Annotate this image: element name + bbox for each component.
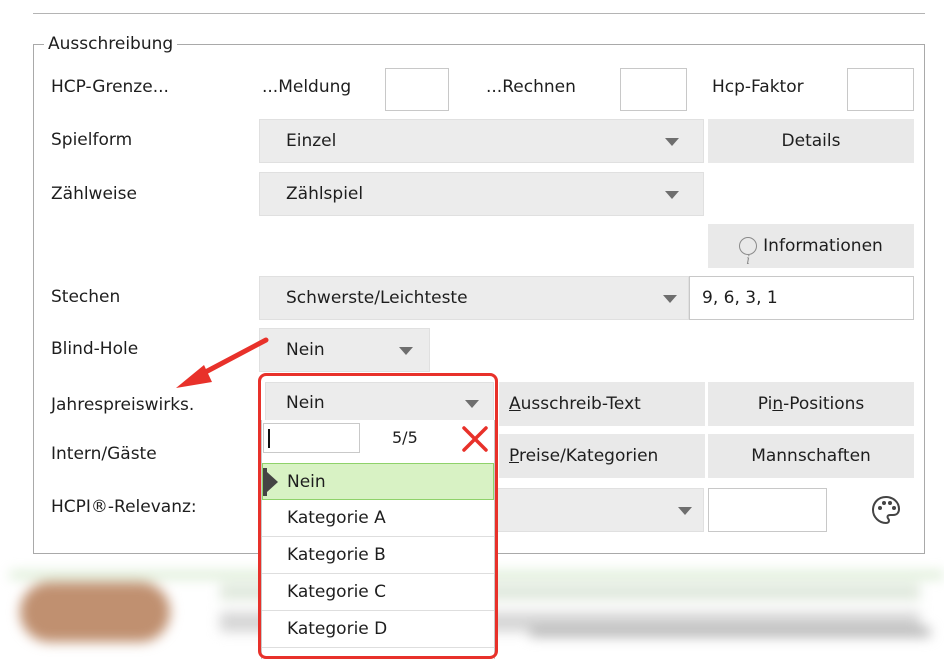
spielform-select[interactable]: Einzel [259,119,704,163]
palette-icon[interactable] [870,494,902,526]
dropdown-caret-icon [665,191,679,199]
rechnen-label: ...Rechnen [486,77,576,97]
pin-positions-mnemonic: n [772,394,784,414]
stechen-value: Schwerste/Leichteste [286,288,468,308]
meldung-input[interactable] [385,68,449,111]
pin-positions-button[interactable]: Pin-Positions [708,382,914,426]
annotation-arrow [176,337,269,388]
dropdown-caret-icon [665,138,679,146]
blind-hole-label: Blind-Hole [51,339,139,359]
dropdown-caret-icon [663,295,677,303]
dropdown-caret-icon [399,347,413,355]
preise-kategorien-button[interactable]: Preise/Kategorien [499,434,705,478]
informationen-label: Informationen [763,236,883,256]
hcp-faktor-input[interactable] [847,68,914,111]
fieldset-legend: Ausschreibung [44,33,178,55]
info-icon: i [739,237,758,267]
preise-kategorien-label: reise/Kategorien [518,446,659,466]
zaehlweise-select[interactable]: Zählspiel [259,172,704,216]
dropdown-caret-icon [678,507,692,515]
highlight-frame [258,373,498,659]
rechnen-input[interactable] [620,68,687,111]
intern-gaeste-label: Intern/Gäste [51,444,157,464]
zaehlweise-value: Zählspiel [286,184,364,204]
pin-positions-label-pre: Pi [757,394,773,414]
blind-hole-select[interactable]: Nein [259,328,430,372]
ausschreib-text-button[interactable]: Ausschreib-Text [499,382,705,426]
meldung-label: ...Meldung [262,77,352,97]
stechen-holes-input[interactable]: 9, 6, 3, 1 [689,276,914,320]
stechen-label: Stechen [51,287,121,307]
blind-hole-value: Nein [286,340,325,360]
hcpi-relevanz-label: HCPI®-Relevanz: [51,497,197,517]
hcp-grenze-label: HCP-Grenze... [51,77,169,97]
jahrespreis-label: Jahrespreiswirks. [51,395,195,415]
stechen-select[interactable]: Schwerste/Leichteste [259,276,689,320]
ausschreib-text-label: usschreib-Text [520,394,641,414]
hcp-faktor-label: Hcp-Faktor [712,77,804,97]
pin-positions-label-post: -Positions [783,394,865,414]
mannschaften-button[interactable]: Mannschaften [708,434,914,478]
spielform-value: Einzel [286,131,337,151]
top-divider [33,13,925,14]
details-button[interactable]: Details [708,119,914,163]
informationen-button[interactable]: iInformationen [708,224,914,268]
preise-mnemonic: P [509,446,519,466]
details-button-label: Details [781,131,841,151]
spielform-label: Spielform [51,130,133,150]
zaehlweise-label: Zählweise [51,184,137,204]
hcpi-extra-input[interactable] [708,488,827,532]
ausschreib-text-mnemonic: A [509,394,521,414]
mannschaften-label: Mannschaften [751,446,871,466]
